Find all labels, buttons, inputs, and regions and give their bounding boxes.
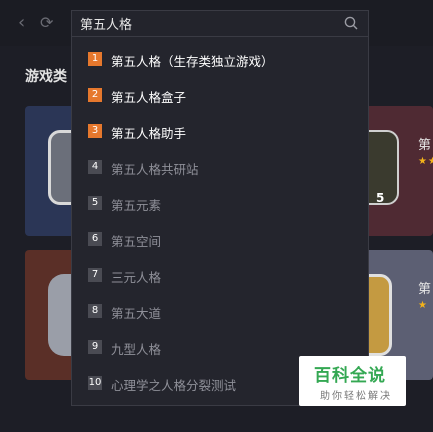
- search-input[interactable]: [80, 11, 330, 36]
- suggestion-text: 九型人格: [111, 342, 162, 357]
- rank-badge: 5: [88, 196, 102, 210]
- suggestion-item[interactable]: 6 第五空间: [88, 229, 348, 249]
- search-icon[interactable]: [344, 16, 358, 30]
- suggestion-text: 第五人格共研站: [111, 162, 199, 177]
- suggestion-item[interactable]: 4 第五人格共研站: [88, 157, 348, 177]
- rating-stars: ★: [418, 300, 428, 311]
- app-title[interactable]: 第: [418, 278, 431, 297]
- search-suggestions-dropdown: 1 第五人格（生存类独立游戏） 2 第五人格盒子 3 第五人格助手 4 第五人格…: [71, 37, 369, 406]
- app-title[interactable]: 第: [418, 134, 431, 153]
- search-box[interactable]: [71, 10, 369, 37]
- rank-badge: 4: [88, 160, 102, 174]
- suggestion-item[interactable]: 9 九型人格: [88, 337, 348, 357]
- rank-badge: 2: [88, 88, 102, 102]
- suggestion-text: 第五人格盒子: [111, 90, 187, 105]
- rank-badge: 1: [88, 52, 102, 66]
- watermark-logo: 百科全说 助你轻松解决: [299, 356, 406, 406]
- suggestion-item[interactable]: 3 第五人格助手: [88, 121, 348, 141]
- rank-badge: 8: [88, 304, 102, 318]
- suggestion-item[interactable]: 7 三元人格: [88, 265, 348, 285]
- suggestion-item[interactable]: 1 第五人格（生存类独立游戏）: [88, 49, 348, 69]
- refresh-icon[interactable]: ⟳: [40, 14, 53, 32]
- suggestion-item[interactable]: 2 第五人格盒子: [88, 85, 348, 105]
- suggestion-item[interactable]: 8 第五大道: [88, 301, 348, 321]
- suggestion-text: 第五空间: [111, 234, 162, 249]
- rank-badge: 6: [88, 232, 102, 246]
- suggestion-item[interactable]: 5 第五元素: [88, 193, 348, 213]
- suggestion-text: 第五元素: [111, 198, 162, 213]
- suggestion-text: 第五人格（生存类独立游戏）: [111, 54, 274, 69]
- suggestion-text: 第五大道: [111, 306, 162, 321]
- rank-badge: 3: [88, 124, 102, 138]
- watermark-title: 百科全说: [314, 366, 386, 386]
- back-icon[interactable]: ‹: [18, 14, 25, 32]
- rating-stars: ★★: [418, 156, 433, 167]
- watermark-subtitle: 助你轻松解决: [320, 391, 392, 402]
- suggestion-text: 心理学之人格分裂测试: [111, 378, 237, 393]
- section-title: 游戏类: [25, 69, 67, 85]
- rank-badge: 10: [88, 376, 102, 390]
- app-icon-badge: 5: [376, 191, 385, 205]
- suggestion-text: 第五人格助手: [111, 126, 187, 141]
- rank-badge: 7: [88, 268, 102, 282]
- suggestion-text: 三元人格: [111, 270, 162, 285]
- rank-badge: 9: [88, 340, 102, 354]
